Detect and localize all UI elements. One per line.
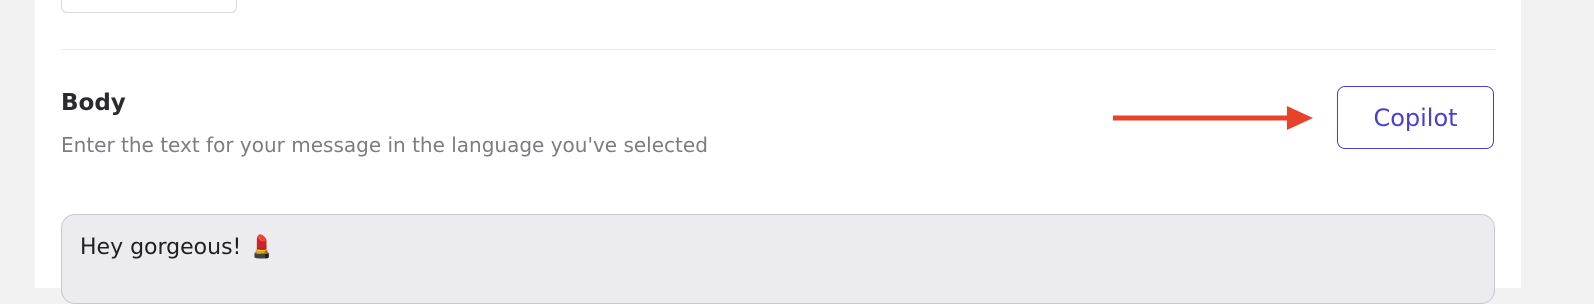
previous-field-control[interactable]: [61, 0, 237, 13]
body-text-editor[interactable]: Hey gorgeous! 💄: [61, 214, 1495, 304]
body-text-value: Hey gorgeous! 💄: [80, 235, 276, 260]
copilot-button[interactable]: Copilot: [1337, 86, 1494, 149]
message-form-panel: Body Enter the text for your message in …: [35, 0, 1521, 304]
section-description: Enter the text for your message in the l…: [61, 133, 708, 157]
section-divider: [61, 49, 1495, 50]
section-title: Body: [61, 90, 126, 116]
callout-arrow-icon: [1113, 106, 1313, 130]
